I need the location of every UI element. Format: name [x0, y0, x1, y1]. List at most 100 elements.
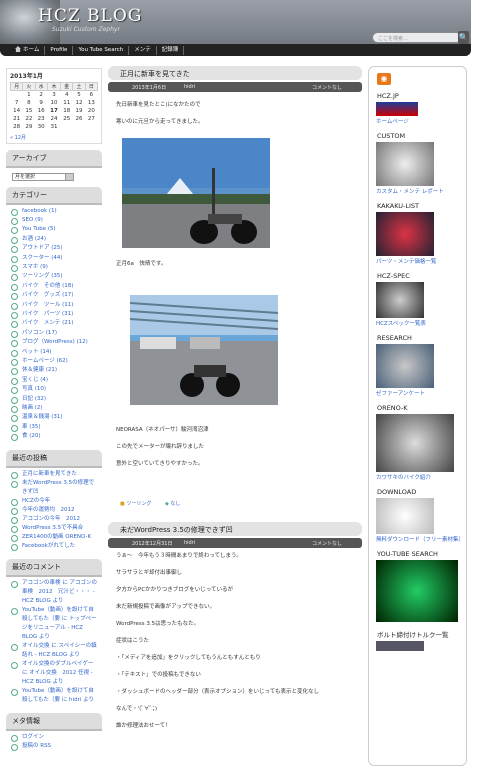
tag-icon: ◆ — [164, 501, 169, 507]
calendar-day: 1 — [27, 91, 31, 98]
sidebar-banner-link[interactable]: 無料ダウンロード（フリー素材集） — [369, 535, 466, 543]
sidebar-banner-image[interactable] — [376, 142, 434, 186]
sidebar-section-title: DOWNLOAD — [377, 488, 417, 496]
calendar-day: 15 — [25, 107, 33, 114]
post-comments-link[interactable]: コメントなし — [312, 540, 342, 547]
category-list: facebook (1) SEO (9) You Tube (5) お酒 (24) アウ… — [6, 205, 102, 444]
recent-post-link[interactable]: HCZの今年 — [10, 497, 98, 506]
meta-link[interactable]: ログイン — [10, 733, 98, 742]
calendar-day: 14 — [13, 107, 21, 114]
calendar-weekday: 火 — [22, 82, 36, 91]
sidebar-banner-link[interactable]: ホームページ — [369, 117, 466, 125]
recent-post-link[interactable]: 今年の運勢均 2012 — [10, 506, 98, 515]
recent-post-link[interactable]: ZER1400の動画 ORENO-K — [10, 533, 98, 542]
search-input[interactable]: ここを検索... — [372, 32, 462, 43]
recent-post-link[interactable]: Facebookがれてした — [10, 542, 98, 551]
post-category-label: ツーリング — [126, 501, 152, 507]
calendar-day: 24 — [50, 115, 58, 122]
category-link[interactable]: ツーリング (35) — [10, 272, 98, 282]
recent-post-link[interactable]: 正月に新車を見てきた — [10, 470, 98, 479]
nav-youtube-search[interactable]: You Tube Search — [73, 45, 130, 55]
recent-comment-link[interactable]: オイル交換 に スペイシーの鎮話れ - HCZ BLOG より — [10, 642, 98, 660]
post-photo-fuji[interactable] — [122, 138, 270, 248]
sidebar-banner-link[interactable]: HCZスペック一覧表 — [369, 319, 466, 327]
sidebar-banner-image[interactable] — [376, 282, 424, 318]
post-title[interactable]: 正月に新車を見てきた — [108, 66, 362, 80]
sidebar-banner-link[interactable]: カワサキのバイク紹介 — [369, 473, 466, 481]
site-title[interactable]: HCZ BLOG — [38, 6, 142, 26]
folder-icon: ■ — [120, 501, 125, 507]
category-link[interactable]: バイク ツール (11) — [10, 301, 98, 310]
recent-comment-link[interactable]: YouTube（動画）を設けて自殺してもた（要 に hidri より — [10, 687, 98, 705]
post-comments-link[interactable]: コメントなし — [312, 84, 342, 91]
category-link[interactable]: バイク その他 (18) — [10, 282, 98, 292]
category-link[interactable]: 宝くじ (4) — [10, 376, 98, 386]
category-link[interactable]: バイク パーツ (31) — [10, 310, 98, 320]
category-link[interactable]: facebook (1) — [10, 207, 98, 216]
sidebar-banner-link[interactable]: カスタム・メンテ レポート — [369, 187, 466, 195]
category-link[interactable]: スマホ (9) — [10, 263, 98, 273]
sidebar-banner-image[interactable] — [376, 414, 454, 472]
sidebar-banner-image[interactable] — [376, 498, 434, 534]
category-link[interactable]: スクーター (44) — [10, 254, 98, 263]
category-link[interactable]: 写真 (10) — [10, 385, 98, 395]
post-meta: 2012年12月31日 hidri コメントなし — [108, 538, 362, 548]
sidebar-banner-image[interactable] — [376, 560, 458, 622]
category-link[interactable]: SEO (9) — [10, 216, 98, 226]
calendar-day — [85, 123, 97, 131]
calendar-day: 11 — [63, 99, 71, 106]
category-link[interactable]: パソコン (17) — [10, 329, 98, 339]
category-link[interactable]: 車 (35) — [10, 423, 98, 433]
post-author[interactable]: hidri — [184, 540, 195, 546]
category-link[interactable]: ペット (14) — [10, 348, 98, 357]
sidebar-banner-link[interactable]: パーツ・メンテ価格一覧 — [369, 257, 466, 265]
nav-mainte[interactable]: メンテ — [129, 45, 157, 55]
search-icon[interactable]: 🔍 — [458, 31, 469, 44]
calendar-prev-link[interactable]: « 12月 — [10, 134, 98, 141]
calendar-day[interactable]: 17 — [47, 107, 60, 115]
archive-select[interactable]: 月を選択 — [12, 172, 74, 181]
post-text: 症状はこうた — [116, 638, 150, 644]
category-link[interactable]: バイク グッズ (17) — [10, 291, 98, 301]
category-link[interactable]: 映画 (2) — [10, 404, 98, 414]
post-text: 寒いのに元旦から走ってきました。 — [116, 119, 204, 125]
recent-post-link[interactable]: 未だWordPress 3.5の修理できず凹 — [10, 479, 98, 497]
category-link[interactable]: お酒 (24) — [10, 235, 98, 245]
rss-icon[interactable]: ◉ — [377, 73, 391, 85]
recent-post-link[interactable]: アコゴンの今年 2012 — [10, 515, 98, 524]
nav-records[interactable]: 記録簿 — [157, 45, 185, 55]
sidebar-banner-link[interactable]: ゼファーアンケート — [369, 389, 466, 397]
category-link[interactable]: アウトドア (25) — [10, 244, 98, 254]
category-link[interactable]: バイク メンテ (21) — [10, 319, 98, 329]
category-link[interactable]: 温泉＆銭湯 (31) — [10, 413, 98, 423]
recent-comment-link[interactable]: アコゴンの車検 に アコゴンの車検 2012 冗汁ど・・・ - HCZ BLOG… — [10, 579, 98, 606]
recent-comment-link[interactable]: オイル交換のダブルペイゲー に オイル交換 2012 任視 - HCZ BLOG… — [10, 660, 98, 687]
category-link[interactable]: ブログ（WordPress) (12) — [10, 338, 98, 348]
post-text: なんで・'(ﾟ∀ﾟ；) — [116, 706, 157, 712]
category-link[interactable]: 休＆健康 (21) — [10, 366, 98, 376]
category-link[interactable]: 日記 (32) — [10, 395, 98, 405]
sidebar-section-title: HCZ.JP — [377, 92, 399, 100]
sidebar-section-title: ボルト締付けトルク一覧 — [377, 631, 449, 639]
category-link[interactable]: ホームページ (62) — [10, 357, 98, 367]
post-author[interactable]: hidri — [184, 84, 195, 90]
post-title[interactable]: 未だWordPress 3.5の修理できず凹 — [108, 522, 362, 536]
nav-profile[interactable]: Profile — [45, 45, 74, 55]
recent-comment-link[interactable]: YouTube（動画）を設けて自殺してもた（要 に トップページをリニューアル … — [10, 606, 98, 642]
category-link[interactable]: You Tube (5) — [10, 225, 98, 235]
calendar-day: 13 — [87, 99, 95, 106]
nav-home[interactable]: ホーム — [10, 45, 46, 55]
sidebar-banner-image[interactable] — [376, 344, 434, 388]
recent-post-link[interactable]: WordPress 3.5で不具合 — [10, 524, 98, 533]
calendar-day: 26 — [75, 115, 83, 122]
calendar-day: 9 — [39, 99, 43, 106]
sidebar-banner-image[interactable] — [376, 641, 424, 651]
post-text: 意外と空いていてきりやすかった。 — [116, 461, 204, 467]
recent-posts-heading: 最近の投稿 — [6, 449, 102, 468]
post-photo-parking[interactable] — [130, 295, 278, 405]
post-tag-link[interactable]: ■ ツーリング ◆ なし — [120, 500, 180, 509]
meta-link[interactable]: 投稿の RSS — [10, 742, 98, 751]
sidebar-banner-image[interactable] — [376, 212, 434, 256]
category-link[interactable]: 食 (20) — [10, 432, 98, 442]
sidebar-banner-image[interactable] — [376, 102, 418, 116]
